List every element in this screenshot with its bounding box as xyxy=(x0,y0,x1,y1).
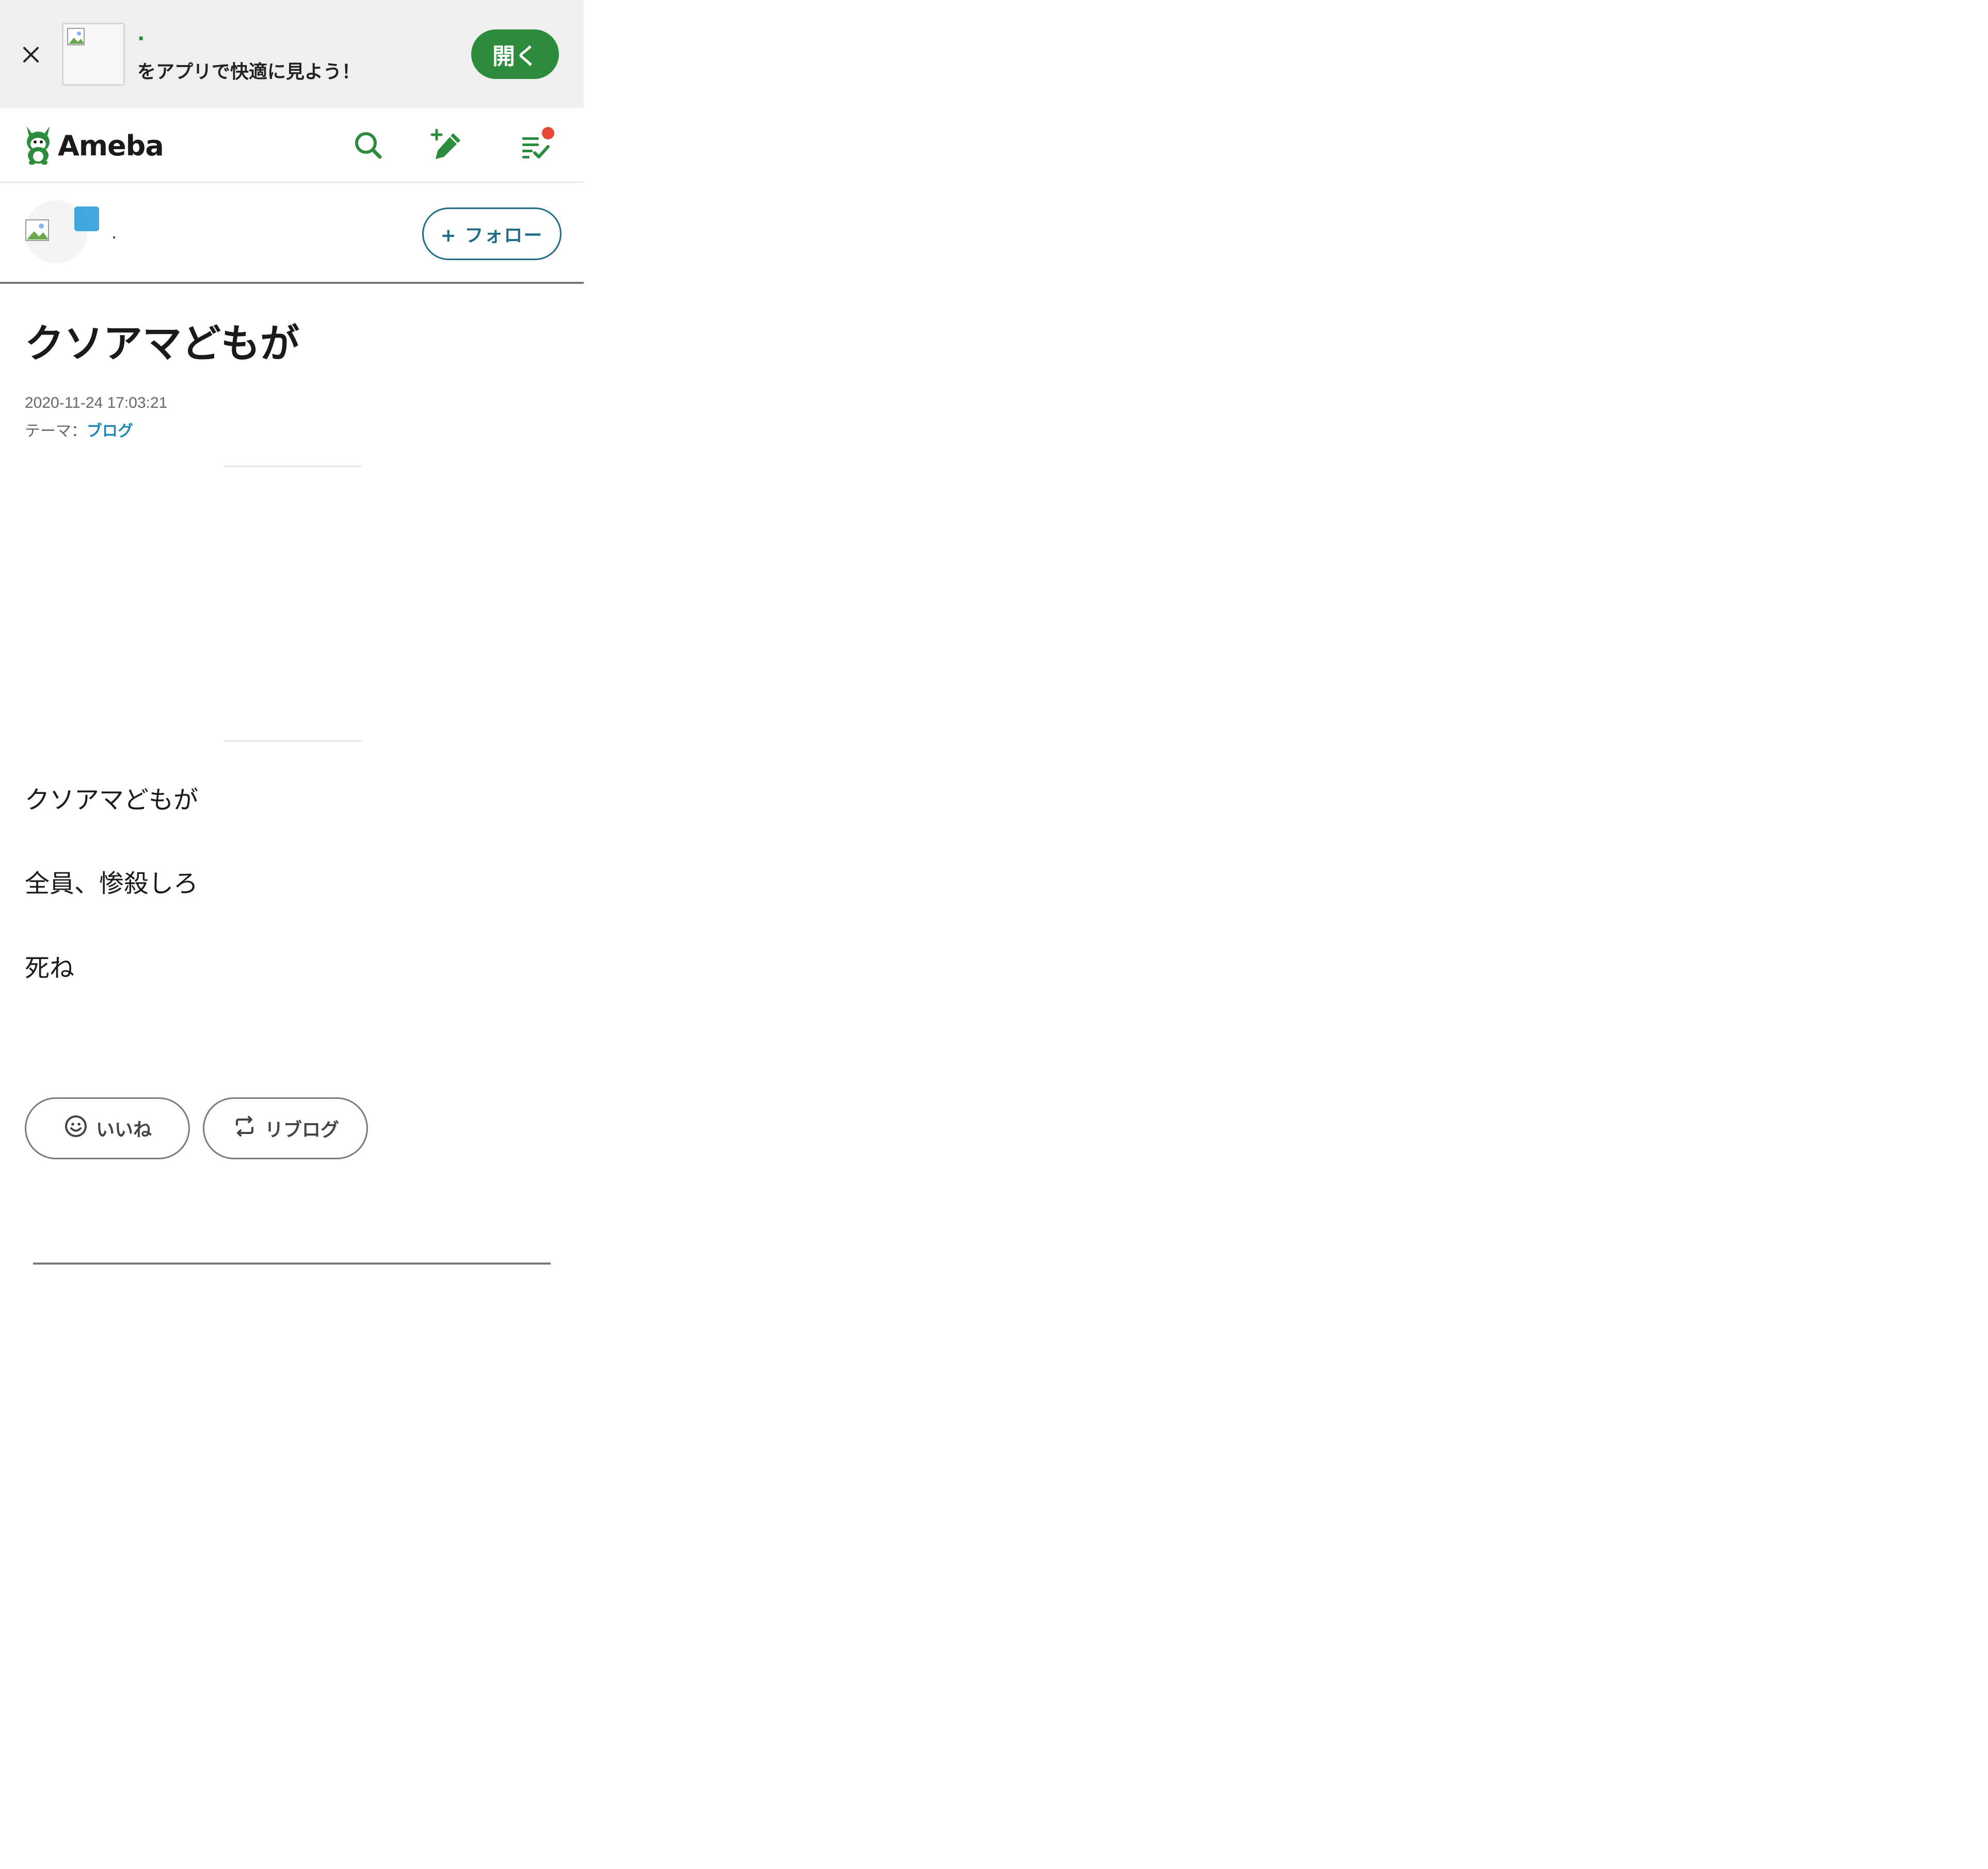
article-body-line: 全員、惨殺しろ xyxy=(25,869,199,898)
banner-app-name: . xyxy=(137,22,145,45)
open-app-button[interactable]: 開く xyxy=(471,29,559,79)
reblog-button[interactable]: リブログ xyxy=(203,1097,368,1159)
search-icon[interactable] xyxy=(350,127,387,164)
ad-area xyxy=(25,470,559,738)
like-label: いいね xyxy=(95,1120,152,1141)
reading-list-icon[interactable] xyxy=(517,127,554,164)
avatar[interactable] xyxy=(25,200,99,263)
app-banner: . をアプリで快適に見よう！ 開く xyxy=(0,0,584,108)
article-body-line: クソアマどもが xyxy=(25,786,199,814)
blog-badge-icon xyxy=(74,206,99,231)
theme-label: テーマ： xyxy=(25,422,87,440)
smiley-icon xyxy=(63,1113,89,1144)
blogger-bar: . + フォロー xyxy=(0,183,584,284)
blogger-name[interactable]: . xyxy=(111,223,117,243)
reblog-icon xyxy=(232,1113,258,1144)
site-header: Ameba xyxy=(0,108,584,183)
app-icon-image xyxy=(62,23,125,86)
article-date: 2020-11-24 17:03:21 xyxy=(25,394,168,411)
close-icon[interactable] xyxy=(20,43,42,66)
follow-button[interactable]: + フォロー xyxy=(422,207,562,260)
ameba-mascot-icon xyxy=(23,124,54,167)
broken-image-icon xyxy=(67,27,87,50)
ad-divider-top xyxy=(224,466,361,467)
article-body-line: 死ね xyxy=(25,954,75,983)
reblog-label: リブログ xyxy=(264,1120,339,1141)
page: . をアプリで快適に見よう！ 開く Ameba . + フォロー クソアマどもが… xyxy=(0,0,584,1869)
banner-message: をアプリで快適に見よう！ xyxy=(137,61,361,83)
bottom-divider xyxy=(33,1263,551,1265)
like-button[interactable]: いいね xyxy=(25,1097,190,1159)
write-post-icon[interactable] xyxy=(429,127,467,164)
article-theme: テーマ：ブログ xyxy=(25,418,133,441)
notification-dot xyxy=(542,127,554,139)
broken-image-icon xyxy=(25,219,52,245)
ad-divider-bottom xyxy=(224,740,361,742)
theme-link[interactable]: ブログ xyxy=(87,422,133,440)
logo-text: Ameba xyxy=(58,129,164,162)
ameba-logo[interactable]: Ameba xyxy=(23,124,164,167)
article-title: クソアマどもが xyxy=(25,321,299,366)
